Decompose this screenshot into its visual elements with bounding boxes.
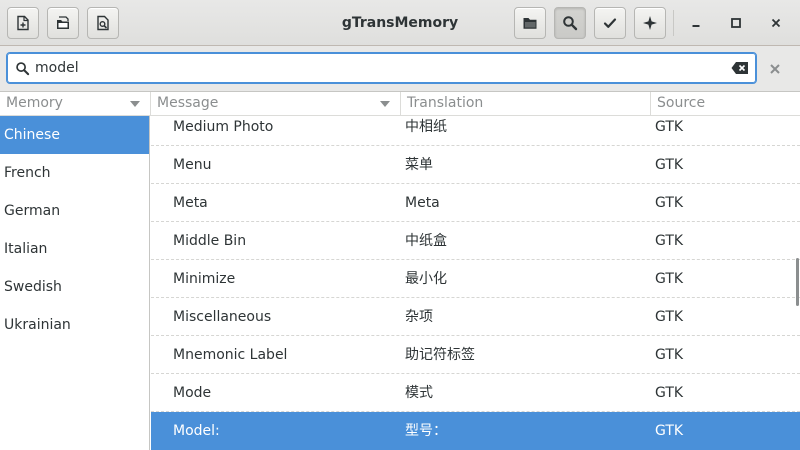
memory-item[interactable]: French — [0, 154, 149, 192]
memory-column-header[interactable]: Memory — [0, 92, 151, 116]
close-button[interactable] — [760, 7, 792, 39]
message-cell: Medium Photo — [173, 119, 274, 135]
folder-icon — [523, 18, 537, 29]
message-cell: Middle Bin — [173, 233, 247, 249]
header-separator — [673, 10, 674, 36]
memory-list: Chinese French German Italian Swedish Ukraini… — [0, 116, 150, 450]
translation-cell: 模式 — [405, 385, 433, 401]
message-cell: Mnemonic Label — [173, 347, 288, 363]
search-icon — [563, 16, 578, 31]
header-bar: gTransMemory — [0, 0, 800, 46]
clear-text-icon[interactable] — [731, 61, 749, 75]
message-cell: Miscellaneous — [173, 309, 272, 325]
maximize-icon — [731, 18, 741, 28]
window-title: gTransMemory — [341, 15, 459, 31]
search-icon — [16, 62, 30, 76]
table-row[interactable]: Model: 型号： GTK — [151, 412, 800, 450]
translation-cell: Meta — [405, 195, 440, 211]
table-row[interactable]: Mode 模式 GTK — [151, 374, 800, 412]
search-entry[interactable] — [6, 52, 757, 84]
source-cell: GTK — [655, 233, 684, 249]
preview-button[interactable] — [87, 7, 119, 39]
source-cell: GTK — [655, 195, 684, 211]
minimize-button[interactable] — [680, 7, 712, 39]
content-area: Memory Message Translation Source Chines… — [0, 92, 800, 450]
message-table: Medium Photo 中相纸 GTK Menu 菜单 GTK Meta Meta GTK Mi… — [151, 116, 800, 450]
table-row[interactable]: Minimize 最小化 GTK — [151, 260, 800, 298]
translation-column-label: Translation — [407, 95, 484, 111]
source-cell: GTK — [655, 385, 684, 401]
source-cell: GTK — [655, 423, 684, 439]
about-button[interactable] — [634, 7, 666, 39]
close-icon — [771, 18, 781, 28]
source-cell: GTK — [655, 157, 684, 173]
translation-column-header[interactable]: Translation — [401, 92, 651, 116]
translation-cell: 中相纸 — [405, 119, 447, 135]
source-cell: GTK — [655, 119, 684, 135]
translation-cell: 型号： — [405, 423, 447, 439]
search-bar — [0, 46, 800, 92]
apply-button[interactable] — [594, 7, 626, 39]
translation-cell: 中纸盒 — [405, 233, 447, 249]
source-cell: GTK — [655, 271, 684, 287]
memory-item[interactable]: Swedish — [0, 268, 149, 306]
import-folder-button[interactable] — [514, 7, 546, 39]
translation-cell: 菜单 — [405, 157, 433, 173]
sparkle-icon — [643, 16, 657, 30]
minimize-icon — [692, 25, 700, 27]
new-document-icon — [17, 15, 29, 31]
message-cell: Meta — [173, 195, 208, 211]
print-preview-icon — [97, 15, 109, 31]
sort-down-icon — [130, 101, 140, 107]
source-column-label: Source — [657, 95, 706, 111]
message-cell: Mode — [173, 385, 212, 401]
source-column-header[interactable]: Source — [651, 92, 800, 116]
open-document-icon — [57, 16, 69, 29]
message-cell: Menu — [173, 157, 212, 173]
message-cell: Model: — [173, 423, 220, 439]
maximize-button[interactable] — [720, 7, 752, 39]
message-column-label: Message — [157, 95, 219, 111]
source-cell: GTK — [655, 309, 684, 325]
message-cell: Minimize — [173, 271, 236, 287]
sort-down-icon — [380, 101, 390, 107]
table-row[interactable]: Meta Meta GTK — [151, 184, 800, 222]
checkmark-icon — [603, 18, 617, 28]
scrollbar[interactable] — [796, 258, 799, 306]
translation-cell: 杂项 — [405, 309, 433, 325]
source-cell: GTK — [655, 347, 684, 363]
close-search-button[interactable] — [766, 60, 784, 78]
table-row[interactable]: Miscellaneous 杂项 GTK — [151, 298, 800, 336]
table-row[interactable]: Mnemonic Label 助记符标签 GTK — [151, 336, 800, 374]
message-column-header[interactable]: Message — [151, 92, 401, 116]
new-memory-button[interactable] — [7, 7, 39, 39]
memory-item[interactable]: German — [0, 192, 149, 230]
search-toggle-button[interactable] — [554, 7, 586, 39]
close-icon — [770, 64, 780, 74]
open-memory-button[interactable] — [47, 7, 79, 39]
translation-cell: 助记符标签 — [405, 347, 475, 363]
table-row[interactable]: Medium Photo 中相纸 GTK — [151, 116, 800, 146]
table-row[interactable]: Middle Bin 中纸盒 GTK — [151, 222, 800, 260]
table-body: Medium Photo 中相纸 GTK Menu 菜单 GTK Meta Meta GTK Mi… — [151, 116, 800, 450]
memory-item[interactable]: Chinese — [0, 116, 149, 154]
search-input[interactable] — [35, 57, 715, 79]
memory-item[interactable]: Ukrainian — [0, 306, 149, 344]
table-row[interactable]: Menu 菜单 GTK — [151, 146, 800, 184]
memory-item[interactable]: Italian — [0, 230, 149, 268]
memory-column-label: Memory — [6, 95, 63, 111]
translation-cell: 最小化 — [405, 271, 447, 287]
